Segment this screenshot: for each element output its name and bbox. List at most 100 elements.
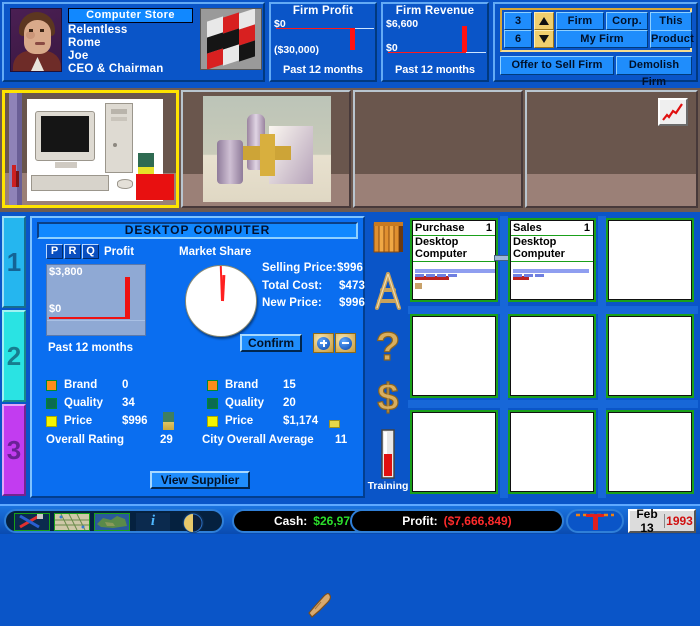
product-profit-chart: $3,800 $0: [46, 264, 146, 336]
empty-slot-6[interactable]: [606, 314, 694, 398]
info-button[interactable]: i: [136, 513, 170, 531]
price-decrease-button[interactable]: [335, 333, 356, 353]
product-title: DESKTOP COMPUTER: [37, 222, 358, 239]
view-my-firm-button[interactable]: My Firm: [556, 30, 648, 48]
firm-profit-panel: Firm Profit $0 ($30,000) Past 12 months: [269, 2, 377, 82]
profit-chart-footer: Past 12 months: [48, 342, 133, 354]
firm-profit-title: Firm Profit: [292, 5, 354, 17]
price-increase-button[interactable]: [313, 333, 334, 353]
level-number-top[interactable]: 3: [504, 12, 532, 30]
ledger-books-icon[interactable]: [368, 218, 408, 263]
firm-revenue-chart: $6,600 $0: [386, 18, 486, 62]
game-speed-control[interactable]: [566, 509, 624, 533]
prq-button-r[interactable]: R: [64, 244, 81, 259]
store-name-label: Computer Store: [68, 8, 193, 23]
total-cost-value: $473: [339, 280, 365, 292]
game-date-display: Feb 13 1993: [628, 507, 696, 535]
cell-sub1: Desktop: [415, 236, 459, 248]
trend-graph-icon[interactable]: [658, 98, 688, 126]
training-thermometer-icon[interactable]: [368, 428, 408, 485]
view-supplier-button[interactable]: View Supplier: [150, 471, 250, 489]
price-label-left: Price: [64, 415, 93, 427]
brand-label-right: Brand: [225, 379, 259, 391]
empty-slot-3[interactable]: [606, 218, 694, 302]
empty-display-4[interactable]: [525, 90, 698, 208]
brand-label-left: Brand: [64, 379, 98, 391]
date-year: 1993: [664, 514, 694, 528]
empty-display-3[interactable]: [353, 90, 523, 208]
floor-tab-1[interactable]: 1: [2, 216, 26, 308]
cell-blue-bar: [415, 269, 495, 273]
cell-header-text: Sales: [513, 222, 542, 234]
empty-slot-5[interactable]: [508, 314, 596, 398]
level-down-arrow[interactable]: [534, 30, 554, 48]
back-arrow-icon[interactable]: [182, 512, 204, 533]
total-cost-label: Total Cost:: [262, 280, 323, 292]
quality-value-right: 20: [283, 397, 296, 409]
cell-dash-row: [513, 264, 593, 277]
prq-button-q[interactable]: Q: [82, 244, 99, 259]
company-info-panel: Computer Store Relentless Rome Joe CEO &…: [2, 2, 265, 82]
city-average-value: 11: [335, 434, 348, 446]
profit-chart-zero-label: $0: [49, 303, 62, 315]
brand-swatch-left: [46, 380, 57, 391]
cell-header-purchase: Purchase 1: [413, 221, 495, 236]
confirm-button[interactable]: Confirm: [240, 334, 302, 352]
view-corp-button[interactable]: Corp.: [606, 12, 648, 30]
firm-profit-chart: $0 ($30,000): [274, 18, 374, 62]
view-product-button[interactable]: Product: [650, 30, 694, 48]
market-share-label: Market Share: [179, 246, 252, 258]
tools-icon[interactable]: [14, 513, 50, 531]
cash-label: Cash:: [273, 514, 308, 528]
firm-revenue-top-label: $6,600: [386, 18, 419, 30]
sales-desktop-computer[interactable]: Sales 1 Desktop Computer: [508, 218, 596, 302]
finance-dollar-icon[interactable]: $: [368, 374, 408, 425]
quality-value-left: 34: [122, 397, 135, 409]
overall-rating-value: 29: [160, 434, 173, 446]
company-line-2: Rome: [68, 37, 101, 49]
minus-icon: [339, 336, 352, 350]
chevron-down-icon: [539, 35, 549, 43]
research-ladder-icon[interactable]: [368, 268, 408, 319]
city-map-icon[interactable]: [54, 513, 90, 531]
price-value-right: $1,174: [283, 415, 319, 427]
new-price-value: $996: [339, 297, 365, 309]
floor-tab-3[interactable]: 3: [2, 404, 26, 496]
training-label: Training: [367, 480, 409, 492]
view-controls-panel: 3 6 Firm Corp. This City My Firm Product…: [493, 2, 698, 88]
demolish-firm-button[interactable]: Demolish Firm: [616, 56, 692, 88]
empty-slot-4[interactable]: [410, 314, 498, 398]
plus-icon: [317, 336, 330, 350]
price-label-right: Price: [225, 415, 254, 427]
empty-slot-7[interactable]: [410, 410, 498, 494]
floor-tab-2[interactable]: 2: [2, 310, 26, 402]
help-question-icon[interactable]: ?: [368, 324, 408, 375]
company-line-3: Joe: [68, 50, 89, 62]
goods-display[interactable]: [181, 90, 351, 208]
storefront-display-row: [0, 86, 700, 212]
level-number-bottom[interactable]: 6: [504, 30, 532, 48]
view-firm-button[interactable]: Firm: [556, 12, 604, 30]
prq-button-p[interactable]: P: [46, 244, 63, 259]
cell-sub1: Desktop: [513, 236, 557, 248]
level-up-arrow[interactable]: [534, 12, 554, 30]
product-detail-panel: DESKTOP COMPUTER P R Q Profit $3,800 $0 …: [30, 216, 365, 498]
cell-qty: 1: [485, 222, 492, 234]
rating-bar-right: [329, 420, 340, 428]
desktop-computer-display[interactable]: [2, 90, 179, 208]
cell-dash-row: [415, 264, 495, 277]
profit-label: Profit:: [402, 514, 438, 528]
executive-portrait: [10, 8, 62, 72]
offer-to-sell-firm-button[interactable]: Offer to Sell Firm: [500, 56, 614, 75]
cube-logo: [200, 8, 262, 70]
world-map-icon[interactable]: [94, 513, 130, 531]
empty-slot-8[interactable]: [508, 410, 596, 494]
purchase-desktop-computer[interactable]: Purchase 1 Desktop Computer: [410, 218, 498, 302]
brand-swatch-right: [207, 380, 218, 391]
empty-slot-9[interactable]: [606, 410, 694, 494]
cell-sub2: Computer: [513, 248, 565, 260]
toolbar-pod: i: [4, 509, 224, 533]
overall-rating-label: Overall Rating: [46, 434, 124, 446]
cell-qty: 1: [583, 222, 590, 234]
city-average-label: City Overall Average: [202, 434, 314, 446]
